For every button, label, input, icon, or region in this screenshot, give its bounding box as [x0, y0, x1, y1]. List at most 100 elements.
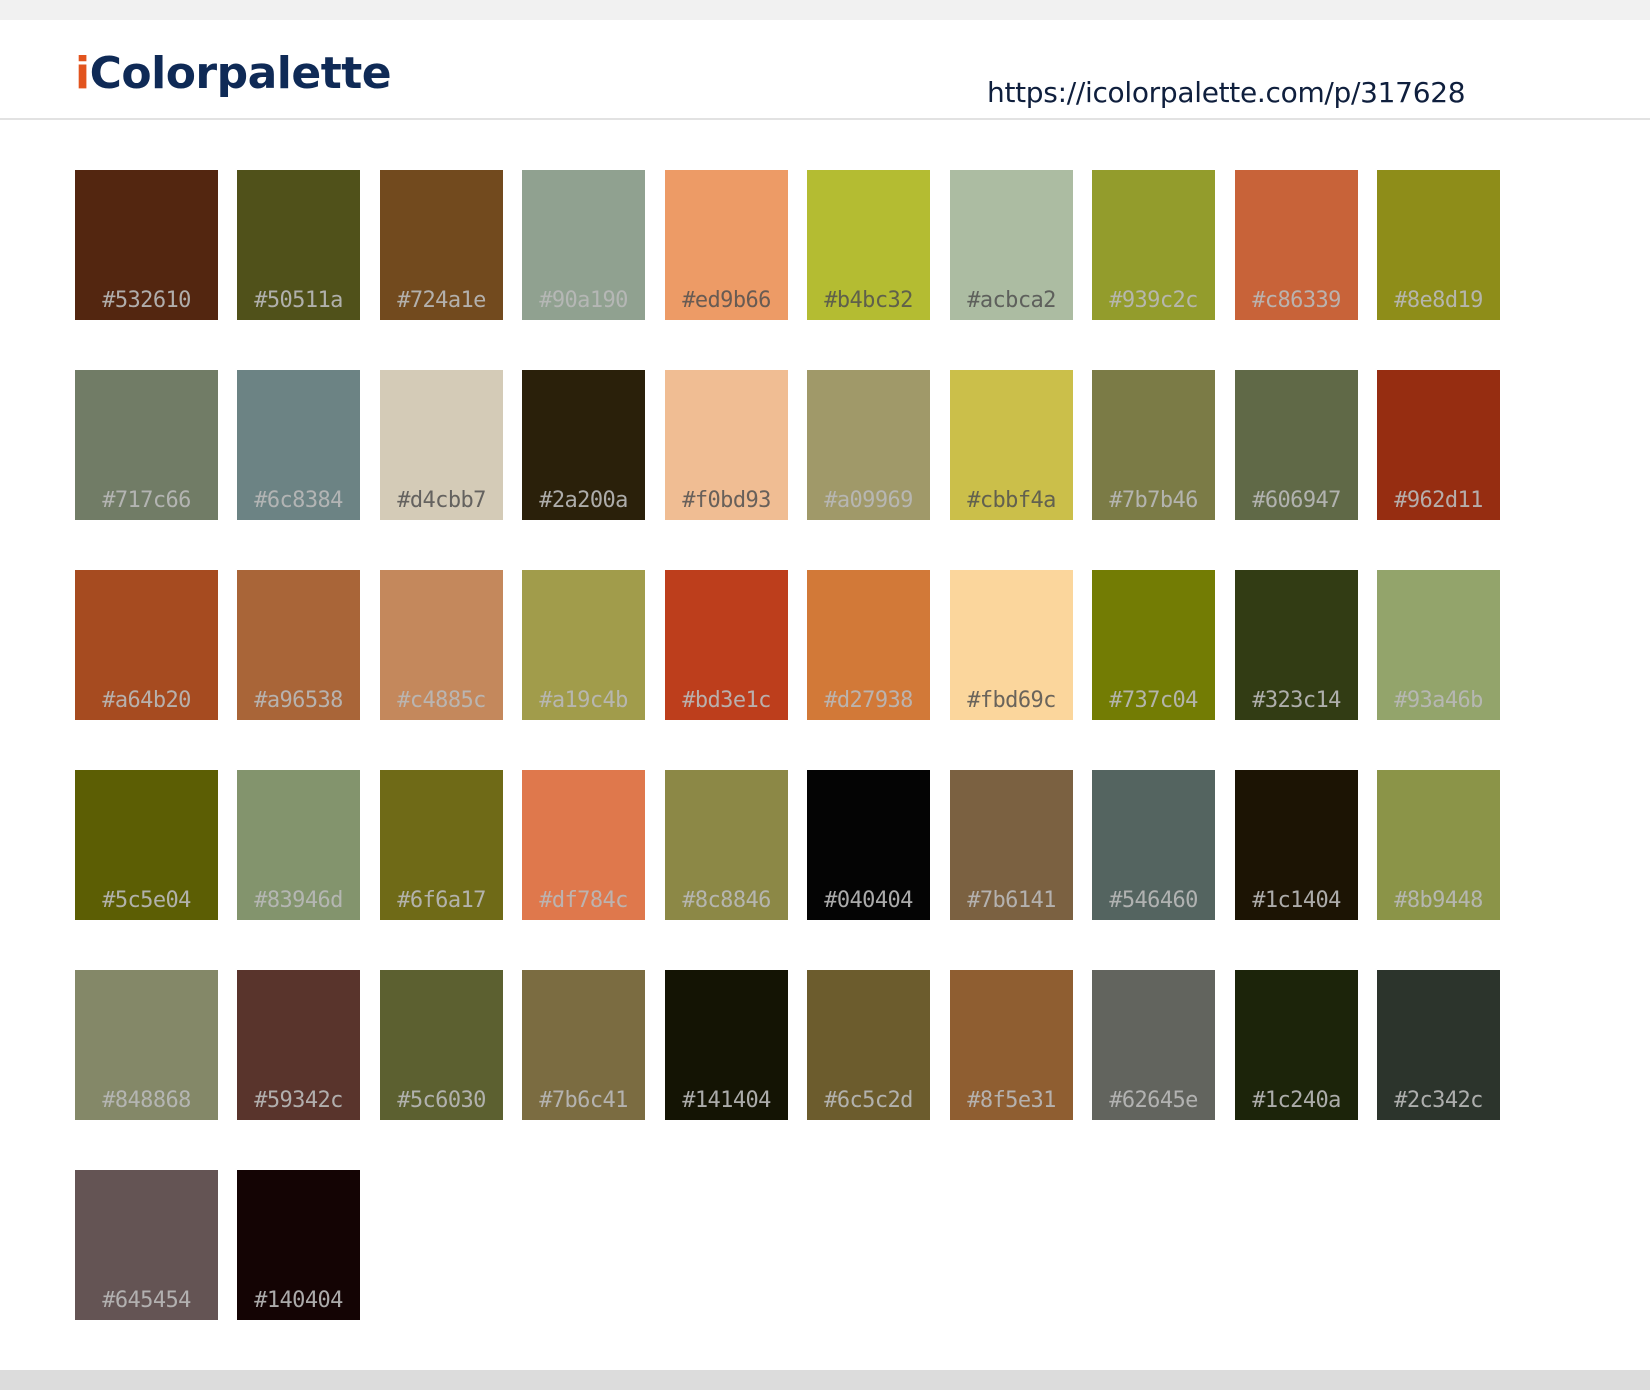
color-swatch[interactable]: #f0bd93 — [665, 370, 788, 520]
color-swatch[interactable]: #50511a — [237, 170, 360, 320]
swatch-hex-label: #62645e — [1109, 1088, 1198, 1113]
swatch-hex-label: #141404 — [682, 1088, 771, 1113]
swatch-hex-label: #50511a — [254, 288, 343, 313]
bottom-strip — [0, 1370, 1650, 1390]
swatch-hex-label: #5c5e04 — [102, 888, 191, 913]
color-swatch[interactable]: #b4bc32 — [807, 170, 930, 320]
color-swatch[interactable]: #717c66 — [75, 370, 218, 520]
color-swatch[interactable]: #bd3e1c — [665, 570, 788, 720]
color-swatch[interactable]: #d4cbb7 — [380, 370, 503, 520]
color-swatch[interactable]: #8b9448 — [1377, 770, 1500, 920]
color-swatch[interactable]: #a64b20 — [75, 570, 218, 720]
color-swatch[interactable]: #fbd69c — [950, 570, 1073, 720]
swatch-hex-label: #532610 — [102, 288, 191, 313]
swatch-hex-label: #6c8384 — [254, 488, 343, 513]
color-swatch[interactable]: #1c1404 — [1235, 770, 1358, 920]
color-swatch[interactable]: #cbbf4a — [950, 370, 1073, 520]
swatch-hex-label: #2a200a — [539, 488, 628, 513]
swatch-hex-label: #f0bd93 — [682, 488, 771, 513]
swatch-hex-label: #83946d — [254, 888, 343, 913]
swatch-hex-label: #ed9b66 — [682, 288, 771, 313]
color-swatch[interactable]: #a09969 — [807, 370, 930, 520]
color-swatch[interactable]: #939c2c — [1092, 170, 1215, 320]
swatch-hex-label: #2c342c — [1394, 1088, 1483, 1113]
color-swatch[interactable]: #5c6030 — [380, 970, 503, 1120]
swatch-hex-label: #a64b20 — [102, 688, 191, 713]
color-swatch[interactable]: #532610 — [75, 170, 218, 320]
swatch-hex-label: #c86339 — [1252, 288, 1341, 313]
color-swatch[interactable]: #7b6141 — [950, 770, 1073, 920]
logo-wordmark: Colorpalette — [89, 48, 392, 99]
site-logo[interactable]: iColorpalette — [75, 46, 392, 102]
color-swatch[interactable]: #2a200a — [522, 370, 645, 520]
color-swatch[interactable]: #040404 — [807, 770, 930, 920]
color-swatch[interactable]: #2c342c — [1377, 970, 1500, 1120]
color-swatch[interactable]: #59342c — [237, 970, 360, 1120]
swatch-hex-label: #6f6a17 — [397, 888, 486, 913]
swatch-hex-label: #7b6141 — [967, 888, 1056, 913]
color-swatch[interactable]: #724a1e — [380, 170, 503, 320]
color-swatch[interactable]: #df784c — [522, 770, 645, 920]
swatch-hex-label: #fbd69c — [967, 688, 1056, 713]
color-swatch[interactable]: #6c8384 — [237, 370, 360, 520]
top-strip — [0, 0, 1650, 20]
color-swatch[interactable]: #acbca2 — [950, 170, 1073, 320]
swatch-hex-label: #962d11 — [1394, 488, 1483, 513]
color-swatch[interactable]: #6f6a17 — [380, 770, 503, 920]
color-swatch[interactable]: #c4885c — [380, 570, 503, 720]
color-swatch[interactable]: #323c14 — [1235, 570, 1358, 720]
color-swatch[interactable]: #141404 — [665, 970, 788, 1120]
color-swatch[interactable]: #d27938 — [807, 570, 930, 720]
color-swatch[interactable]: #737c04 — [1092, 570, 1215, 720]
color-swatch[interactable]: #a96538 — [237, 570, 360, 720]
swatch-hex-label: #546460 — [1109, 888, 1198, 913]
color-swatch[interactable]: #7b6c41 — [522, 970, 645, 1120]
color-swatch[interactable]: #c86339 — [1235, 170, 1358, 320]
color-swatch[interactable]: #1c240a — [1235, 970, 1358, 1120]
color-swatch[interactable]: #8e8d19 — [1377, 170, 1500, 320]
color-swatch[interactable]: #93a46b — [1377, 570, 1500, 720]
swatch-hex-label: #8c8846 — [682, 888, 771, 913]
swatch-hex-label: #a96538 — [254, 688, 343, 713]
color-swatch[interactable]: #848868 — [75, 970, 218, 1120]
color-swatch[interactable]: #8c8846 — [665, 770, 788, 920]
swatch-hex-label: #645454 — [102, 1288, 191, 1313]
swatch-hex-label: #93a46b — [1394, 688, 1483, 713]
swatch-hex-label: #cbbf4a — [967, 488, 1056, 513]
color-swatch[interactable]: #5c5e04 — [75, 770, 218, 920]
color-swatch[interactable]: #ed9b66 — [665, 170, 788, 320]
logo-i-letter: i — [75, 48, 90, 99]
swatch-hex-label: #d27938 — [824, 688, 913, 713]
swatch-hex-label: #8b9448 — [1394, 888, 1483, 913]
color-swatch[interactable]: #8f5e31 — [950, 970, 1073, 1120]
color-swatch[interactable]: #6c5c2d — [807, 970, 930, 1120]
swatch-hex-label: #acbca2 — [967, 288, 1056, 313]
swatch-hex-label: #140404 — [254, 1288, 343, 1313]
swatch-hex-label: #8e8d19 — [1394, 288, 1483, 313]
color-swatch[interactable]: #606947 — [1235, 370, 1358, 520]
swatch-hex-label: #59342c — [254, 1088, 343, 1113]
swatch-hex-label: #724a1e — [397, 288, 486, 313]
swatch-hex-label: #1c1404 — [1252, 888, 1341, 913]
color-swatch[interactable]: #962d11 — [1377, 370, 1500, 520]
color-swatch[interactable]: #90a190 — [522, 170, 645, 320]
color-swatch[interactable]: #62645e — [1092, 970, 1215, 1120]
swatch-hex-label: #6c5c2d — [824, 1088, 913, 1113]
swatch-hex-label: #bd3e1c — [682, 688, 771, 713]
color-swatch[interactable]: #645454 — [75, 1170, 218, 1320]
palette-url[interactable]: https://icolorpalette.com/p/317628 — [987, 76, 1466, 110]
swatch-hex-label: #939c2c — [1109, 288, 1198, 313]
color-swatch[interactable]: #546460 — [1092, 770, 1215, 920]
swatch-hex-label: #a09969 — [824, 488, 913, 513]
color-swatch[interactable]: #a19c4b — [522, 570, 645, 720]
site-header: iColorpalette https://icolorpalette.com/… — [0, 20, 1650, 120]
swatch-hex-label: #c4885c — [397, 688, 486, 713]
color-swatch[interactable]: #7b7b46 — [1092, 370, 1215, 520]
swatch-hex-label: #1c240a — [1252, 1088, 1341, 1113]
swatch-hex-label: #5c6030 — [397, 1088, 486, 1113]
swatch-hex-label: #606947 — [1252, 488, 1341, 513]
swatch-hex-label: #8f5e31 — [967, 1088, 1056, 1113]
swatch-hex-label: #a19c4b — [539, 688, 628, 713]
color-swatch[interactable]: #140404 — [237, 1170, 360, 1320]
color-swatch[interactable]: #83946d — [237, 770, 360, 920]
